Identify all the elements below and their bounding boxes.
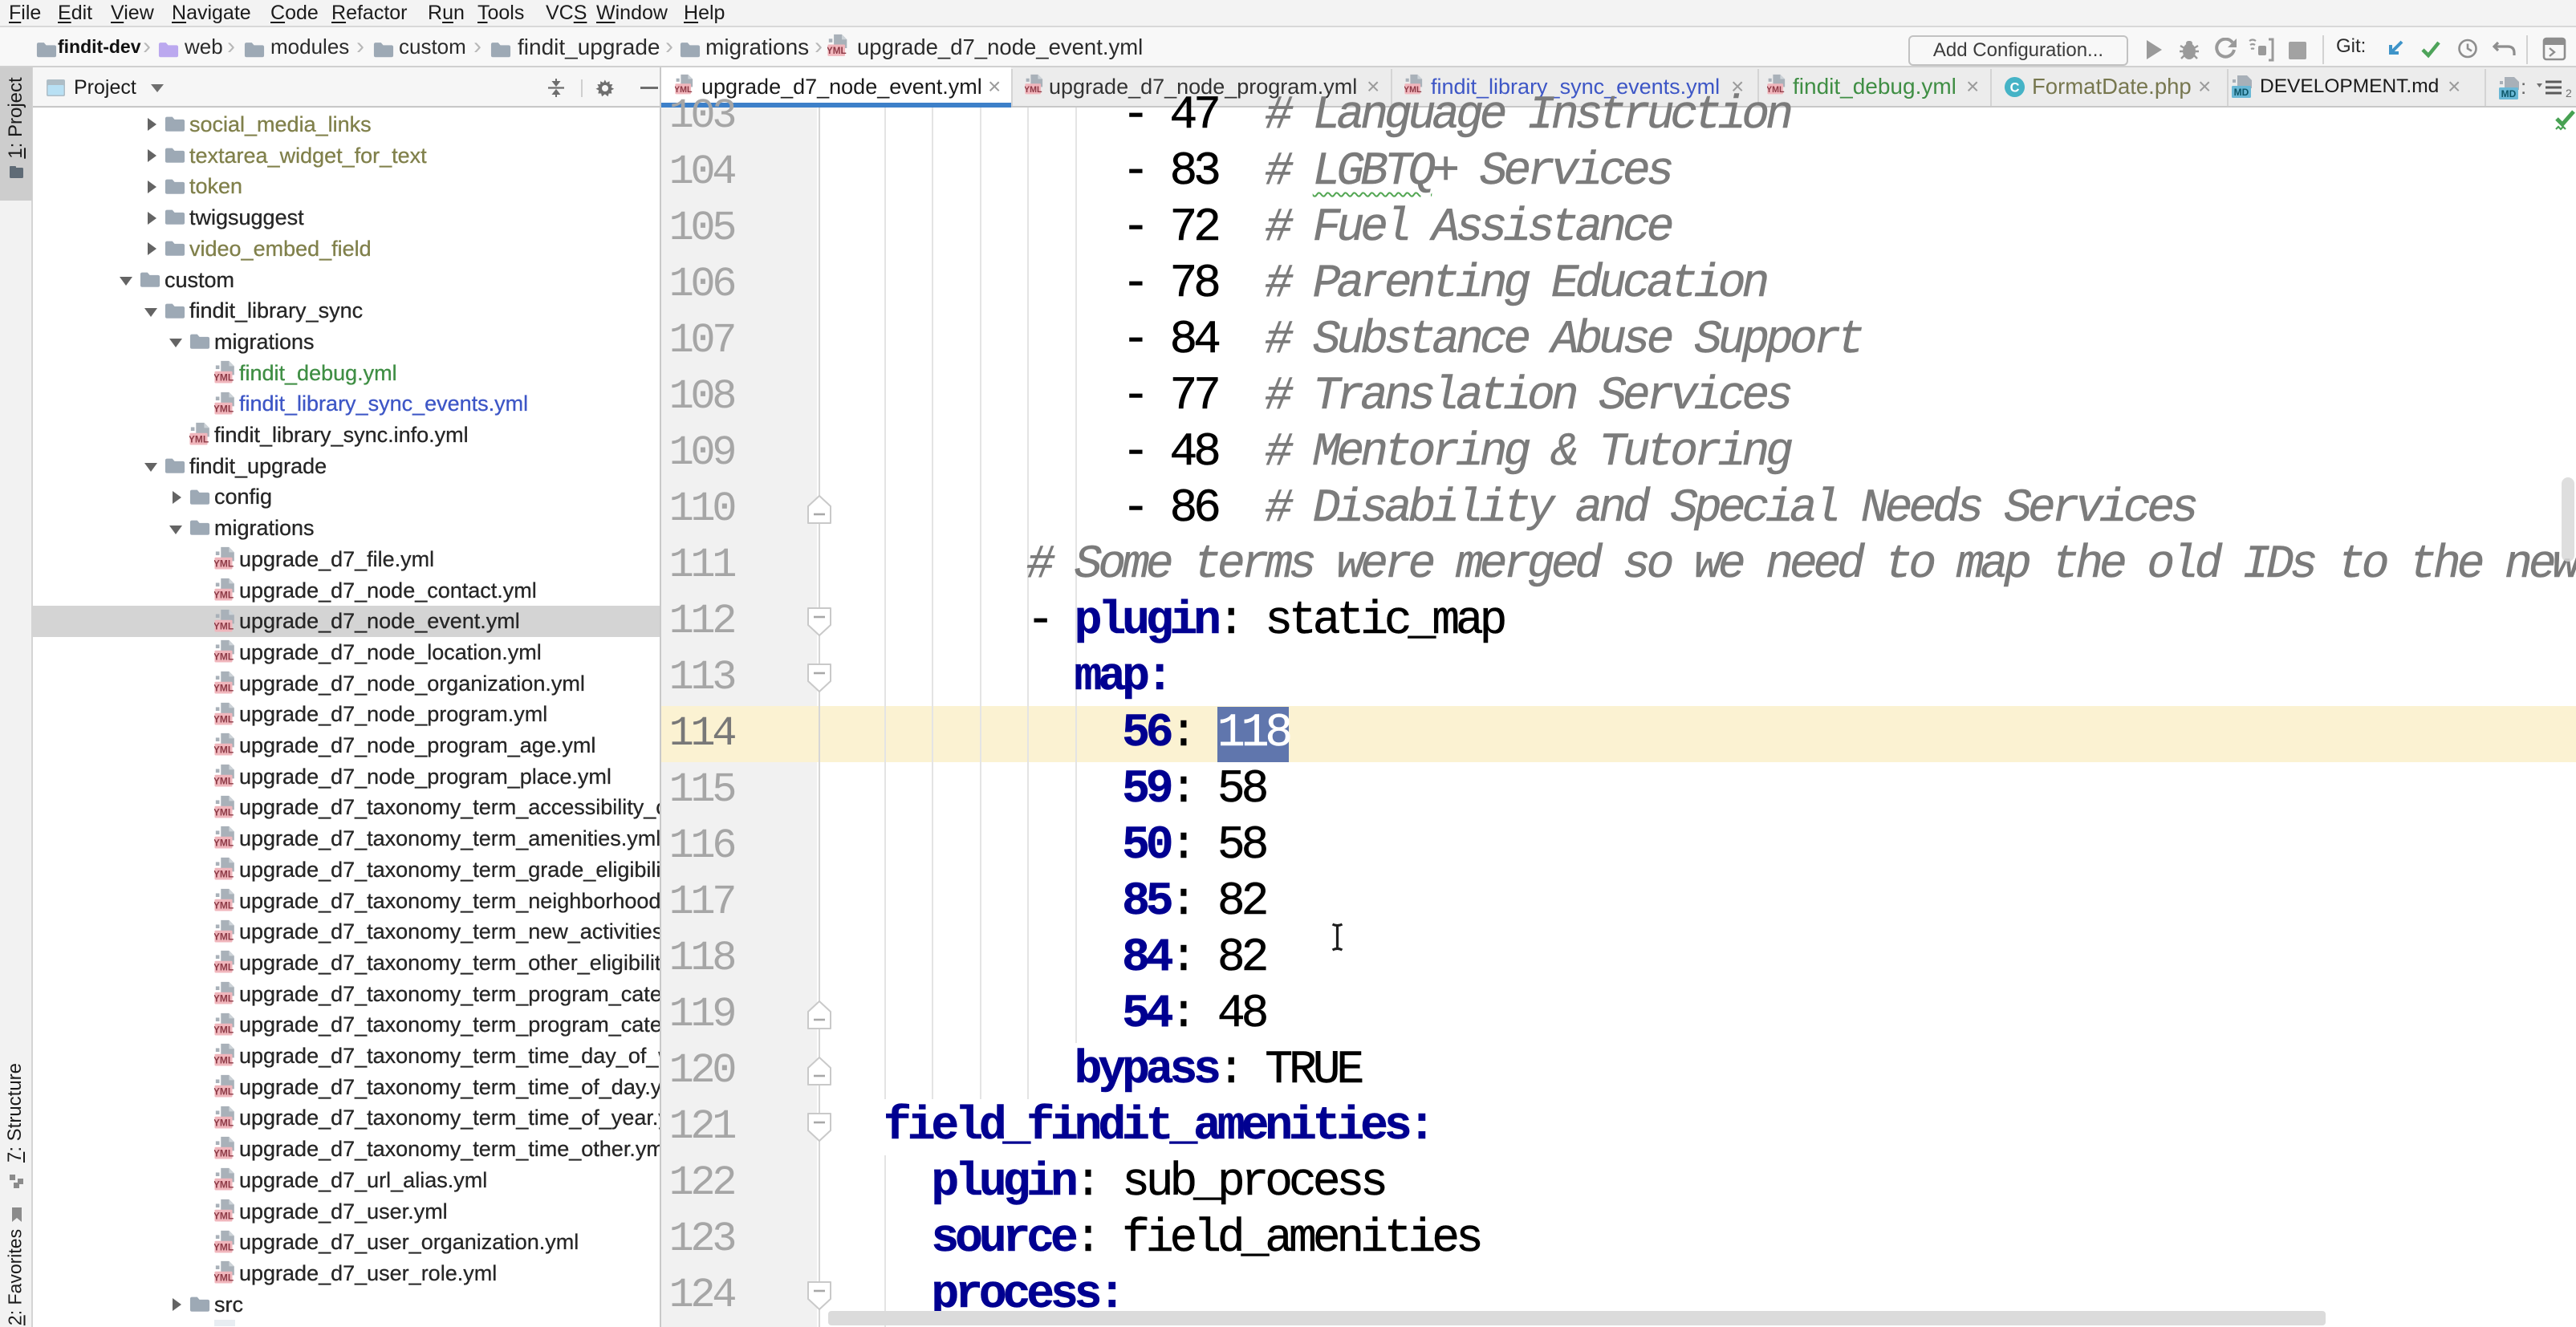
svg-text:MD: MD: [2501, 88, 2517, 99]
svg-text:YML: YML: [214, 683, 234, 694]
svg-text:YML: YML: [214, 806, 234, 818]
svg-text:YML: YML: [214, 1148, 234, 1159]
svg-text:2: 2: [2566, 87, 2571, 99]
svg-text:YML: YML: [214, 1117, 234, 1128]
svg-text:YML: YML: [214, 1211, 234, 1222]
svg-text:YML: YML: [214, 1024, 234, 1035]
svg-text:YML: YML: [214, 1241, 234, 1252]
svg-text:YML: YML: [214, 1055, 234, 1066]
svg-text:YML: YML: [189, 434, 209, 445]
svg-text:YML: YML: [214, 558, 234, 570]
svg-text:YML: YML: [214, 745, 234, 756]
svg-text:YML: YML: [214, 651, 234, 663]
svg-text:YML: YML: [214, 620, 234, 631]
svg-text:YML: YML: [214, 838, 234, 849]
svg-text:YML: YML: [214, 1179, 234, 1191]
svg-text:YML: YML: [827, 46, 847, 56]
svg-text:YML: YML: [214, 962, 234, 973]
svg-text:YML: YML: [214, 776, 234, 787]
svg-text:YML: YML: [214, 869, 234, 880]
svg-text:YML: YML: [214, 590, 234, 601]
svg-text:YML: YML: [214, 931, 234, 942]
svg-text:YML: YML: [214, 403, 234, 414]
svg-text:C: C: [2010, 80, 2020, 95]
svg-text:YML: YML: [214, 900, 234, 911]
svg-text:YML: YML: [214, 993, 234, 1004]
svg-text:MD: MD: [2234, 87, 2249, 98]
svg-text:YML: YML: [214, 1272, 234, 1284]
svg-text:YML: YML: [214, 372, 234, 383]
svg-text:YML: YML: [214, 1086, 234, 1098]
svg-text:YML: YML: [214, 713, 234, 724]
